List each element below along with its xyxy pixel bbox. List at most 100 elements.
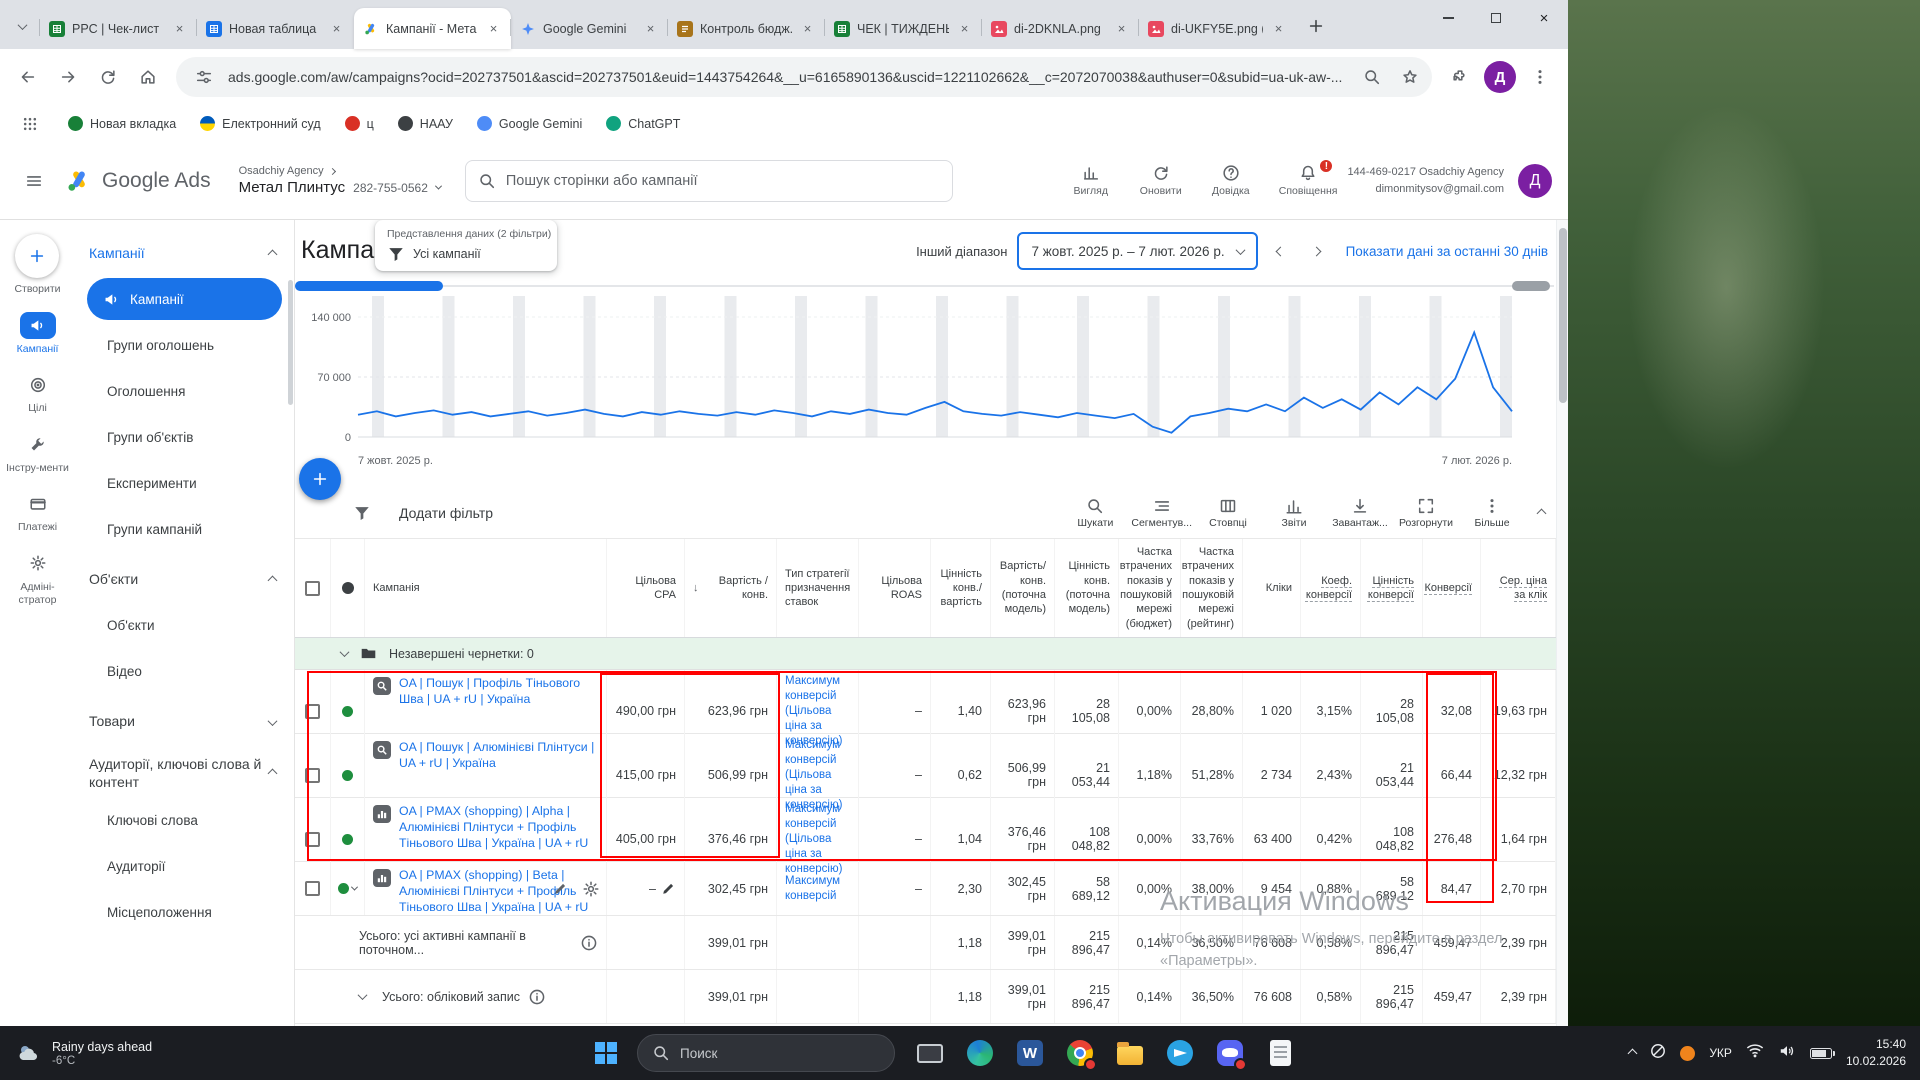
- window-minimize-button[interactable]: [1424, 0, 1472, 36]
- cell-target_cpa[interactable]: –: [607, 862, 685, 915]
- chevron-down-icon[interactable]: [358, 990, 368, 1000]
- header-action-bell[interactable]: !Сповіщення: [1279, 164, 1338, 197]
- nav-item[interactable]: Групи оголошень: [75, 322, 294, 368]
- campaign-status-toggle[interactable]: [338, 883, 357, 894]
- taskbar-clock[interactable]: 15:40 10.02.2026: [1846, 1036, 1906, 1070]
- site-info-icon[interactable]: [190, 63, 218, 91]
- tab-close-icon[interactable]: ×: [485, 20, 502, 37]
- tab-close-icon[interactable]: ×: [956, 20, 973, 37]
- data-view-card[interactable]: Представлення даних (2 фільтри) Усі камп…: [375, 220, 557, 271]
- header-action-view[interactable]: Вигляд: [1069, 164, 1113, 197]
- nav-section-header[interactable]: Об'єкти: [75, 558, 294, 602]
- create-button[interactable]: Створити: [14, 234, 60, 296]
- tab-close-icon[interactable]: ×: [328, 20, 345, 37]
- tool-magnifier[interactable]: Шукати: [1065, 497, 1125, 529]
- browser-tab[interactable]: di-2DKNLA.png×: [982, 8, 1139, 49]
- campaign-name-link[interactable]: OA | Пошук | Профіль Тіньового Шва | UA …: [399, 676, 598, 708]
- window-close-button[interactable]: ×: [1520, 0, 1568, 36]
- battery-icon[interactable]: [1810, 1048, 1832, 1059]
- nav-scrollbar[interactable]: [288, 280, 293, 405]
- column-header[interactable]: Кліки: [1243, 539, 1301, 637]
- tool-expand[interactable]: Розгорнути: [1396, 497, 1456, 529]
- taskbar-app-discord[interactable]: [1211, 1033, 1249, 1073]
- extensions-icon[interactable]: [1442, 59, 1478, 95]
- browser-menu-icon[interactable]: [1522, 59, 1558, 95]
- collapse-table-button[interactable]: [1526, 493, 1556, 533]
- column-header[interactable]: ↓Вартість / конв.: [685, 539, 777, 637]
- forward-button[interactable]: [50, 59, 86, 95]
- apps-grid-icon[interactable]: [16, 110, 44, 138]
- rail-item-wrench[interactable]: Інстру-менти: [2, 431, 74, 475]
- nav-item[interactable]: Відео: [75, 648, 294, 694]
- date-range-selector[interactable]: 7 жовт. 2025 р. – 7 лют. 2026 р.: [1017, 232, 1257, 270]
- tool-reports[interactable]: Звіти: [1264, 497, 1324, 529]
- date-range-prev-button[interactable]: [1268, 238, 1294, 264]
- taskbar-app-telegram[interactable]: [1161, 1033, 1199, 1073]
- rail-item-card[interactable]: Платежі: [2, 490, 74, 534]
- bookmark-star-icon[interactable]: [1396, 63, 1424, 91]
- column-header[interactable]: Частка втрачених показів у пошуковій мер…: [1181, 539, 1243, 637]
- hamburger-menu-icon[interactable]: [16, 163, 52, 199]
- tool-download[interactable]: Завантаж...: [1330, 497, 1390, 529]
- page-scrollbar-thumb[interactable]: [1559, 228, 1567, 403]
- ads-search-input[interactable]: Пошук сторінки або кампанії: [465, 160, 953, 202]
- drafts-row[interactable]: Незавершені чернетки: 0: [295, 638, 1556, 670]
- row-checkbox[interactable]: [305, 881, 320, 896]
- nav-section-header[interactable]: Аудиторії, ключові слова й контент: [75, 750, 294, 797]
- status-column-header-icon[interactable]: [342, 582, 354, 594]
- tab-search-button[interactable]: [8, 12, 36, 40]
- row-checkbox[interactable]: [305, 832, 320, 847]
- rail-item-gear[interactable]: Адміні-стратор: [2, 550, 74, 606]
- browser-tab[interactable]: Кампанії - Мета×: [354, 8, 511, 49]
- nav-item[interactable]: Групи кампаній: [75, 506, 294, 552]
- nav-item[interactable]: Місцеположення: [75, 889, 294, 935]
- aimp-tray-icon[interactable]: [1680, 1046, 1695, 1061]
- nav-item[interactable]: Експерименти: [75, 460, 294, 506]
- campaign-row[interactable]: OA | PMAX (shopping) | Alpha | Алюмінієв…: [295, 798, 1556, 862]
- account-breadcrumb[interactable]: Osadchiy Agency Метал Плинтус 282-755-05…: [239, 165, 441, 196]
- taskbar-app-screen-share[interactable]: [911, 1033, 949, 1073]
- column-header[interactable]: Цінність конверсії: [1361, 539, 1423, 637]
- window-maximize-button[interactable]: [1472, 0, 1520, 36]
- nav-item-selected[interactable]: Кампанії: [87, 278, 282, 320]
- browser-tab[interactable]: Новая таблица×: [197, 8, 354, 49]
- bookmark-item[interactable]: Електронний суд: [200, 116, 320, 131]
- language-indicator[interactable]: УКР: [1709, 1046, 1732, 1060]
- browser-tab[interactable]: PPC | Чек-лист×: [40, 8, 197, 49]
- taskbar-search-input[interactable]: Поиск: [637, 1034, 895, 1072]
- campaign-status-toggle[interactable]: [342, 706, 353, 717]
- tab-close-icon[interactable]: ×: [171, 20, 188, 37]
- header-action-question[interactable]: Довідка: [1209, 164, 1253, 197]
- select-all-checkbox[interactable]: [305, 581, 320, 596]
- taskbar-app-notepad[interactable]: [1261, 1033, 1299, 1073]
- tab-close-icon[interactable]: ×: [1270, 20, 1287, 37]
- nav-item[interactable]: Ключові слова: [75, 797, 294, 843]
- tab-close-icon[interactable]: ×: [642, 20, 659, 37]
- browser-tab[interactable]: di-UKFY5E.png (...×: [1139, 8, 1296, 49]
- bookmark-item[interactable]: ChatGPT: [606, 116, 680, 131]
- header-action-refresh[interactable]: Оновити: [1139, 164, 1183, 197]
- tool-more[interactable]: Більше: [1462, 497, 1522, 529]
- column-header[interactable]: Сер. ціна за клік: [1481, 539, 1556, 637]
- address-bar[interactable]: ads.google.com/aw/campaigns?ocid=2027375…: [176, 57, 1432, 97]
- rail-item-megaphone[interactable]: Кампанії: [2, 312, 74, 356]
- column-header[interactable]: Цінність конв./ вартість: [931, 539, 991, 637]
- campaign-status-toggle[interactable]: [342, 770, 353, 781]
- browser-profile-avatar[interactable]: Д: [1484, 61, 1516, 93]
- tool-columns[interactable]: Стовпці: [1198, 497, 1258, 529]
- taskbar-weather-widget[interactable]: Rainy days ahead -6°C: [0, 1026, 166, 1080]
- add-campaign-fab[interactable]: [299, 458, 341, 500]
- column-header[interactable]: Цінність конв. (поточна модель): [1055, 539, 1119, 637]
- campaign-status-toggle[interactable]: [342, 834, 353, 845]
- column-header[interactable]: Коеф. конверсії: [1301, 539, 1361, 637]
- bookmark-item[interactable]: Google Gemini: [477, 116, 582, 131]
- column-header[interactable]: Цільова CPA: [607, 539, 685, 637]
- back-button[interactable]: [10, 59, 46, 95]
- tab-close-icon[interactable]: ×: [799, 20, 816, 37]
- bookmark-item[interactable]: ц: [345, 116, 374, 131]
- campaign-row[interactable]: OA | PMAX (shopping) | Beta | Алюмінієві…: [295, 862, 1556, 916]
- bookmark-item[interactable]: Новая вкладка: [68, 116, 176, 131]
- chart-scrollbar[interactable]: [295, 280, 1556, 292]
- column-header[interactable]: Цільова ROAS: [859, 539, 931, 637]
- column-header[interactable]: Частка втрачених показів у пошуковій мер…: [1119, 539, 1181, 637]
